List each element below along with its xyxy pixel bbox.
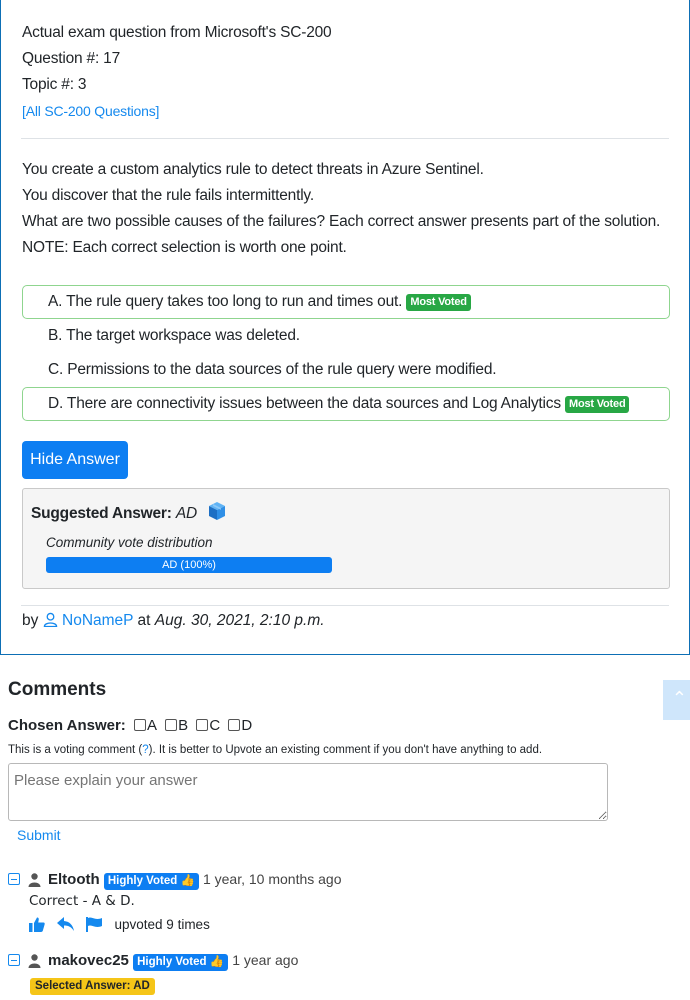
highly-voted-badge: Highly Voted 👍 xyxy=(103,873,199,890)
question-number: Question #: 17 xyxy=(22,50,121,67)
option-a-checkbox[interactable]: A xyxy=(133,717,157,734)
upvote-icon[interactable] xyxy=(29,917,49,936)
divider xyxy=(21,138,669,139)
collapse-icon[interactable] xyxy=(8,873,20,885)
selected-answer-badge: Selected Answer: AD xyxy=(30,978,155,995)
person-icon xyxy=(28,954,41,972)
comment-actions: upvoted 9 times xyxy=(29,917,210,935)
byline-by: by xyxy=(22,612,39,629)
upvote-count: upvoted 9 times xyxy=(114,917,210,932)
suggested-answer-box: Suggested Answer: AD Community vote dist… xyxy=(22,488,670,589)
person-icon xyxy=(28,873,41,891)
chosen-answer-label: Chosen Answer: xyxy=(8,717,126,734)
checkbox-icon xyxy=(228,719,241,731)
question-text: You create a custom analytics rule to de… xyxy=(22,157,660,261)
divider xyxy=(21,605,669,606)
author-link[interactable]: NoNameP xyxy=(43,612,138,629)
choice-d-text: D. There are connectivity issues between… xyxy=(48,395,561,412)
checkbox-icon xyxy=(133,719,146,731)
flag-icon[interactable] xyxy=(86,917,106,936)
question-line: You create a custom analytics rule to de… xyxy=(22,161,484,178)
comment-time: 1 year ago xyxy=(232,952,299,968)
hide-answer-button[interactable]: Hide Answer xyxy=(22,441,128,479)
cube-icon xyxy=(207,501,227,526)
exam-meta: Actual exam question from Microsoft's SC… xyxy=(22,20,332,125)
checkbox-icon xyxy=(196,719,209,731)
voting-note: This is a voting comment (?). It is bett… xyxy=(8,744,543,756)
exam-source: Actual exam question from Microsoft's SC… xyxy=(22,24,332,41)
topic-number: Topic #: 3 xyxy=(22,76,87,93)
chevron-up-icon: ⌃ xyxy=(671,688,687,708)
vote-distribution-label: Community vote distribution xyxy=(46,535,213,550)
question-line: You discover that the rule fails intermi… xyxy=(22,187,314,204)
comments-title: Comments xyxy=(8,679,107,700)
user-icon xyxy=(43,612,62,629)
most-voted-badge: Most Voted xyxy=(565,396,630,413)
thumbs-up-icon: 👍 xyxy=(209,956,225,968)
choice-a[interactable]: A. The rule query takes too long to run … xyxy=(22,285,670,319)
choice-a-text: A. The rule query takes too long to run … xyxy=(48,293,403,310)
question-line: NOTE: Each correct selection is worth on… xyxy=(22,239,347,256)
submit-button[interactable]: Submit xyxy=(17,827,61,843)
highly-voted-badge: Highly Voted 👍 xyxy=(133,954,229,971)
option-c-checkbox[interactable]: C xyxy=(196,717,220,734)
comment-header: makovec25 Highly Voted 👍 1 year ago xyxy=(48,952,298,971)
most-voted-badge: Most Voted xyxy=(406,294,471,311)
checkbox-icon xyxy=(165,719,178,731)
comment-text: Correct - A & D. xyxy=(29,893,135,909)
author-name: NoNameP xyxy=(62,612,134,629)
suggested-answer-value: AD xyxy=(175,505,197,522)
choice-c-text: C. Permissions to the data sources of th… xyxy=(48,361,497,378)
collapse-icon[interactable] xyxy=(8,954,20,966)
post-date: Aug. 30, 2021, 2:10 p.m. xyxy=(154,612,325,629)
question-card: Actual exam question from Microsoft's SC… xyxy=(0,0,690,655)
choice-b-text: B. The target workspace was deleted. xyxy=(48,327,300,344)
choice-d[interactable]: D. There are connectivity issues between… xyxy=(22,387,670,421)
choice-c[interactable]: C. Permissions to the data sources of th… xyxy=(22,353,670,387)
comment-username[interactable]: makovec25 xyxy=(48,952,129,969)
vote-distribution-bar: AD (100%) xyxy=(46,557,332,573)
byline-at: at xyxy=(137,612,151,629)
comment-header: Eltooth Highly Voted 👍 1 year, 10 months… xyxy=(48,871,342,890)
comment-username[interactable]: Eltooth xyxy=(48,871,100,888)
option-b-checkbox[interactable]: B xyxy=(165,717,188,734)
all-questions-link[interactable]: [All SC-200 Questions] xyxy=(22,103,159,119)
suggested-answer: Suggested Answer: AD xyxy=(31,501,227,526)
thumbs-up-icon: 👍 xyxy=(180,875,195,887)
suggested-answer-label: Suggested Answer: xyxy=(31,505,172,522)
question-line: What are two possible causes of the fail… xyxy=(22,213,661,230)
choice-b[interactable]: B. The target workspace was deleted. xyxy=(22,319,670,353)
reply-icon[interactable] xyxy=(57,917,78,936)
option-d-checkbox[interactable]: D xyxy=(228,717,252,734)
scroll-to-top-button[interactable]: ⌃ xyxy=(663,680,690,720)
byline: by NoNameP at Aug. 30, 2021, 2:10 p.m. xyxy=(22,612,325,630)
chosen-answer: Chosen Answer: A B C D xyxy=(8,717,252,734)
comment-input[interactable] xyxy=(8,763,608,821)
comment-time: 1 year, 10 months ago xyxy=(202,871,342,887)
